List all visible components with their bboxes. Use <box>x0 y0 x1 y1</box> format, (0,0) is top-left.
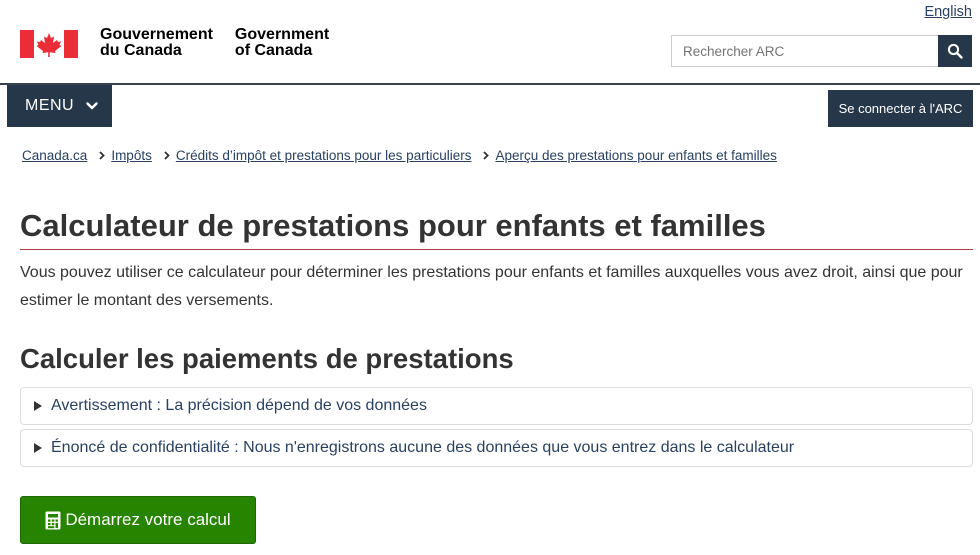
breadcrumb-link-apercu[interactable]: Aperçu des prestations pour enfants et f… <box>495 148 776 163</box>
breadcrumb-link-credits[interactable]: Crédits d’impôt et prestations pour les … <box>176 148 472 163</box>
intro-paragraph: Vous pouvez utiliser ce calculateur pour… <box>20 264 963 309</box>
search-icon <box>947 43 963 59</box>
menu-label: MENU <box>25 97 75 114</box>
sign-in-button[interactable]: Se connecter à l'ARC <box>828 90 973 127</box>
chevron-down-icon <box>86 102 98 110</box>
menu-button[interactable]: MENU <box>7 85 112 127</box>
search-input[interactable] <box>671 35 938 67</box>
government-signature[interactable]: Gouvernement du Canada Government of Can… <box>20 27 351 59</box>
details-warning[interactable]: Avertissement : La précision dépend de v… <box>20 387 973 425</box>
title-underline <box>20 249 973 250</box>
breadcrumb-item: Aperçu des prestations pour enfants et f… <box>471 148 777 163</box>
details-privacy[interactable]: Énoncé de confidentialité : Nous n'enreg… <box>20 429 973 467</box>
start-calculation-label: Démarrez votre calcul <box>65 510 231 529</box>
wordmark-en-line1: Government <box>234 26 330 43</box>
breadcrumb-link-canada[interactable]: Canada.ca <box>22 148 87 163</box>
breadcrumb-item: Crédits d’impôt et prestations pour les … <box>152 148 472 163</box>
chevron-right-icon <box>164 151 170 160</box>
start-calculation-button[interactable]: Démarrez votre calcul <box>20 496 256 544</box>
section-heading: Calculer les paiements de prestations <box>20 343 514 374</box>
details-privacy-summary: Énoncé de confidentialité : Nous n'enreg… <box>51 439 795 456</box>
wordmark-fr-line1: Gouvernement <box>100 26 213 43</box>
search-button[interactable] <box>938 35 972 67</box>
breadcrumb: Canada.ca Impôts Crédits d’impôt et pres… <box>22 148 777 163</box>
breadcrumb-link-impots[interactable]: Impôts <box>111 148 152 163</box>
page-title: Calculateur de prestations pour enfants … <box>20 208 766 243</box>
chevron-right-icon <box>483 151 490 160</box>
breadcrumb-item: Impôts <box>87 148 152 163</box>
search-form <box>671 35 972 67</box>
details-warning-summary: Avertissement : La précision dépend de v… <box>51 397 427 414</box>
language-toggle-link[interactable]: English <box>924 4 972 20</box>
wordmark-english: Government of Canada <box>235 27 329 59</box>
wordmark-french: Gouvernement du Canada <box>100 27 213 59</box>
triangle-right-icon <box>34 443 42 453</box>
calculator-icon <box>45 511 61 530</box>
header-divider <box>0 83 980 85</box>
canada-flag-icon <box>20 30 78 58</box>
triangle-right-icon <box>34 401 42 411</box>
chevron-right-icon <box>99 151 106 160</box>
breadcrumb-item: Canada.ca <box>22 148 87 163</box>
wordmark-en-line2: of Canada <box>234 42 313 59</box>
wordmark-fr-line2: du Canada <box>100 42 182 59</box>
